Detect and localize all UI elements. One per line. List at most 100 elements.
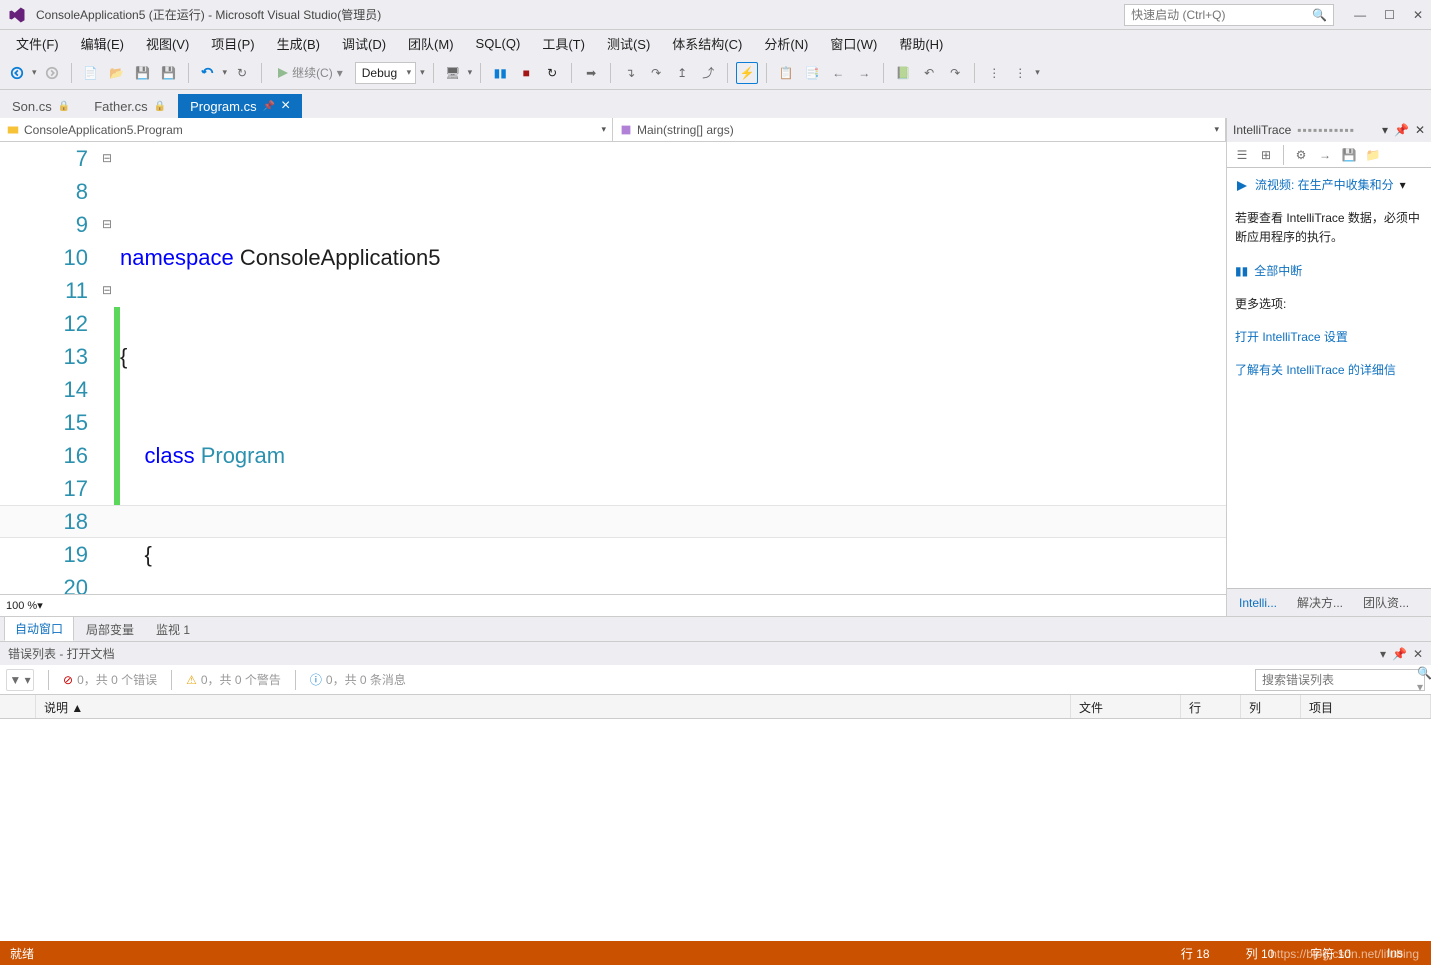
tab-father[interactable]: Father.cs🔒 — [82, 94, 178, 118]
code-editor[interactable]: 7891011121314151617181920 ⊟⊟⊟ namespace … — [0, 142, 1226, 594]
rtab-team[interactable]: 团队资... — [1355, 590, 1417, 615]
col-project[interactable]: 项目 — [1301, 695, 1431, 718]
tool-icon-a[interactable]: 📋 — [775, 62, 797, 84]
maximize-button[interactable]: ☐ — [1384, 8, 1395, 22]
code-area[interactable]: namespace ConsoleApplication5 { class Pr… — [120, 142, 1226, 594]
tool-icon-e[interactable]: 📗 — [892, 62, 914, 84]
arrow-icon[interactable]: → — [1314, 144, 1336, 166]
minimize-button[interactable]: — — [1354, 8, 1366, 22]
menu-architecture[interactable]: 体系结构(C) — [662, 31, 752, 56]
fold-icon[interactable]: ⊟ — [100, 142, 114, 175]
warnings-filter[interactable]: ⚠ 0，共 0 个警告 — [186, 671, 281, 688]
dropdown-icon[interactable]: ▾ — [1380, 647, 1386, 661]
save-icon[interactable]: 💾 — [132, 62, 154, 84]
panel-header: IntelliTrace ▪▪▪▪▪▪▪▪▪▪▪ ▾ 📌 ✕ — [1227, 118, 1431, 142]
menu-view[interactable]: 视图(V) — [136, 31, 199, 56]
open-file-icon[interactable]: 📂 — [106, 62, 128, 84]
btab-autos[interactable]: 自动窗口 — [4, 616, 74, 641]
menu-help[interactable]: 帮助(H) — [889, 31, 953, 56]
tool-icon-i[interactable]: ⋮ — [1009, 62, 1031, 84]
tool-icon-h[interactable]: ⋮ — [983, 62, 1005, 84]
menu-project[interactable]: 项目(P) — [201, 31, 264, 56]
close-icon[interactable]: ✕ — [1415, 123, 1425, 137]
close-icon[interactable]: ✕ — [1413, 647, 1423, 661]
save-all-icon[interactable]: 💾 — [158, 62, 180, 84]
intellitrace-icon[interactable]: ⚡ — [736, 62, 758, 84]
menu-analyze[interactable]: 分析(N) — [754, 31, 818, 56]
col-line[interactable]: 行 — [1181, 695, 1241, 718]
col-col[interactable]: 列 — [1241, 695, 1301, 718]
stop-icon[interactable]: ■ — [515, 62, 537, 84]
col-desc[interactable]: 说明 ▲ — [36, 695, 1071, 718]
menu-window[interactable]: 窗口(W) — [820, 31, 887, 56]
search-icon: 🔍 ▾ — [1417, 666, 1431, 694]
show-next-icon[interactable]: ➡ — [580, 62, 602, 84]
nav-class-combo[interactable]: ConsoleApplication5.Program — [0, 118, 613, 141]
new-project-icon[interactable]: 📄 — [80, 62, 102, 84]
tool-icon-c[interactable]: ← — [827, 62, 849, 84]
tab-program[interactable]: Program.cs📌× — [178, 94, 302, 118]
menu-file[interactable]: 文件(F) — [6, 31, 69, 56]
config-combo[interactable]: Debug — [355, 62, 416, 84]
forward-icon[interactable] — [41, 62, 63, 84]
pause-icon[interactable]: ▮▮ — [489, 62, 511, 84]
rtab-solution[interactable]: 解决方... — [1289, 590, 1351, 615]
tree-icon[interactable]: ⊞ — [1255, 144, 1277, 166]
fold-icon[interactable]: ⊟ — [100, 208, 114, 241]
back-icon[interactable] — [6, 62, 28, 84]
title-bar: ConsoleApplication5 (正在运行) - Microsoft V… — [0, 0, 1431, 30]
tool-icon-b[interactable]: 📑 — [801, 62, 823, 84]
list-icon[interactable]: ☰ — [1231, 144, 1253, 166]
dropdown-icon[interactable]: ▾ — [1382, 123, 1388, 137]
rtab-intellitrace[interactable]: Intelli... — [1231, 592, 1285, 614]
menu-test[interactable]: 测试(S) — [597, 31, 660, 56]
quick-launch-input[interactable] — [1131, 8, 1312, 22]
pin-icon[interactable]: 📌 — [1392, 647, 1407, 661]
menu-edit[interactable]: 编辑(E) — [71, 31, 134, 56]
status-bar: 就绪 行 18 列 10 字符 10 Ins — [0, 941, 1431, 965]
menu-tools[interactable]: 工具(T) — [532, 31, 595, 56]
tool-icon-1[interactable]: 🖥 — [442, 62, 464, 84]
gear-icon[interactable]: ⚙ — [1290, 144, 1312, 166]
col-file[interactable]: 文件 — [1071, 695, 1181, 718]
undo-icon[interactable] — [197, 62, 219, 84]
btab-locals[interactable]: 局部变量 — [76, 618, 144, 641]
zoom-control[interactable]: 100 % ▾ — [0, 594, 1226, 616]
menu-team[interactable]: 团队(M) — [398, 31, 464, 56]
status-ready: 就绪 — [10, 945, 34, 962]
step-into-icon[interactable]: ↴ — [619, 62, 641, 84]
errorlist-search[interactable]: 🔍 ▾ — [1255, 669, 1425, 691]
tool-icon-f[interactable]: ↶ — [918, 62, 940, 84]
close-icon[interactable]: × — [281, 97, 290, 115]
nav-method-combo[interactable]: Main(string[] args) — [613, 118, 1226, 141]
open-settings-link[interactable]: 打开 IntelliTrace 设置 — [1235, 328, 1423, 347]
play-icon[interactable] — [1235, 179, 1249, 193]
step-out-icon[interactable]: ↥ — [671, 62, 693, 84]
fold-icon[interactable]: ⊟ — [100, 274, 114, 307]
continue-button[interactable]: 继续(C) ▾ — [270, 62, 351, 84]
step-icon[interactable]: ⤴ — [697, 62, 719, 84]
restart-icon[interactable]: ↻ — [541, 62, 563, 84]
quick-launch[interactable]: 🔍 — [1124, 4, 1334, 26]
tool-icon-d[interactable]: → — [853, 62, 875, 84]
messages-filter[interactable]: ⓘ 0，共 0 条消息 — [310, 671, 406, 688]
video-link[interactable]: 流视频: 在生产中收集和分 — [1255, 176, 1394, 195]
btab-watch[interactable]: 监视 1 — [146, 618, 200, 641]
errors-filter[interactable]: ⊘ 0，共 0 个错误 — [63, 671, 157, 688]
errorlist-title: 错误列表 - 打开文档 — [8, 645, 115, 662]
tool-icon-g[interactable]: ↷ — [944, 62, 966, 84]
save-icon[interactable]: 💾 — [1338, 144, 1360, 166]
filter-icon[interactable]: ▼ ▾ — [6, 669, 34, 691]
menu-build[interactable]: 生成(B) — [267, 31, 330, 56]
redo-icon[interactable]: ↻ — [231, 62, 253, 84]
break-all-link[interactable]: ▮▮全部中断 — [1235, 262, 1423, 281]
tab-son[interactable]: Son.cs🔒 — [0, 94, 82, 118]
menu-sql[interactable]: SQL(Q) — [466, 33, 531, 54]
menu-debug[interactable]: 调试(D) — [332, 31, 396, 56]
learn-more-link[interactable]: 了解有关 IntelliTrace 的详细信 — [1235, 361, 1423, 380]
step-over-icon[interactable]: ↷ — [645, 62, 667, 84]
folder-icon[interactable]: 📁 — [1362, 144, 1384, 166]
col-icon[interactable] — [0, 695, 36, 718]
pin-icon[interactable]: 📌 — [1394, 123, 1409, 137]
close-button[interactable]: ✕ — [1413, 8, 1423, 22]
